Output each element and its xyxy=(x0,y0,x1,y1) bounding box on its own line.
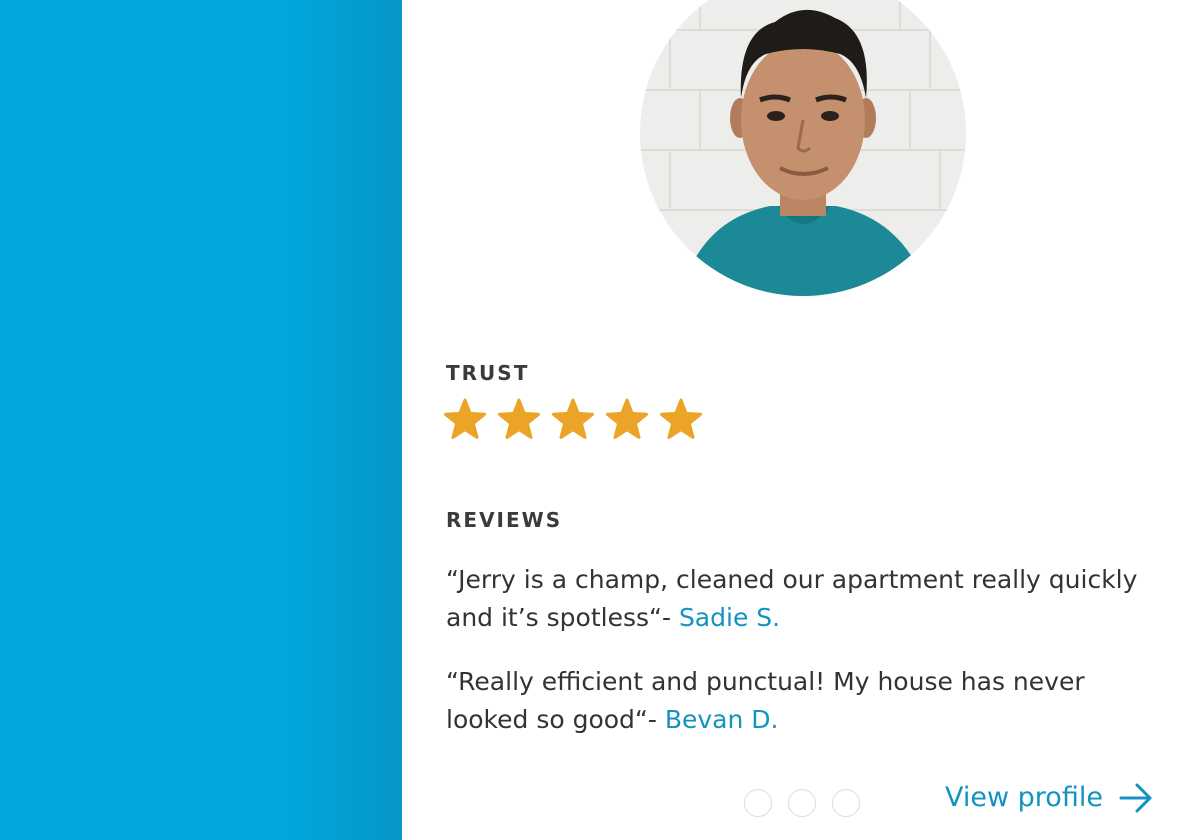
person-photo-icon xyxy=(640,0,966,296)
review-quote: “Jerry is a champ, cleaned our apartment… xyxy=(446,565,1138,632)
profile-avatar xyxy=(640,0,966,296)
trust-rating xyxy=(444,398,702,442)
star-icon xyxy=(606,398,648,439)
pagination-dots xyxy=(744,789,860,817)
pagination-dot-2[interactable] xyxy=(788,789,816,817)
review-author: Sadie S. xyxy=(678,603,781,632)
pagination-dot-3[interactable] xyxy=(832,789,860,817)
star-icon xyxy=(552,398,594,439)
star-icon xyxy=(498,398,540,439)
review-author: Bevan D. xyxy=(664,705,779,734)
left-accent-panel xyxy=(0,0,402,840)
arrow-right-icon xyxy=(1119,783,1152,812)
star-icon xyxy=(444,398,486,439)
reviews-heading: REVIEWS xyxy=(446,508,563,532)
profile-card: TRUST REVIEWS “Jerry is a champ, cleaned… xyxy=(402,0,1200,840)
trust-heading: TRUST xyxy=(446,361,530,385)
review-item: “Really efficient and punctual! My house… xyxy=(446,663,1166,739)
star-icon xyxy=(660,398,702,439)
review-item: “Jerry is a champ, cleaned our apartment… xyxy=(446,561,1166,637)
view-profile-label: View profile xyxy=(945,782,1103,813)
pagination-dot-1[interactable] xyxy=(744,789,772,817)
view-profile-link[interactable]: View profile xyxy=(945,782,1153,813)
